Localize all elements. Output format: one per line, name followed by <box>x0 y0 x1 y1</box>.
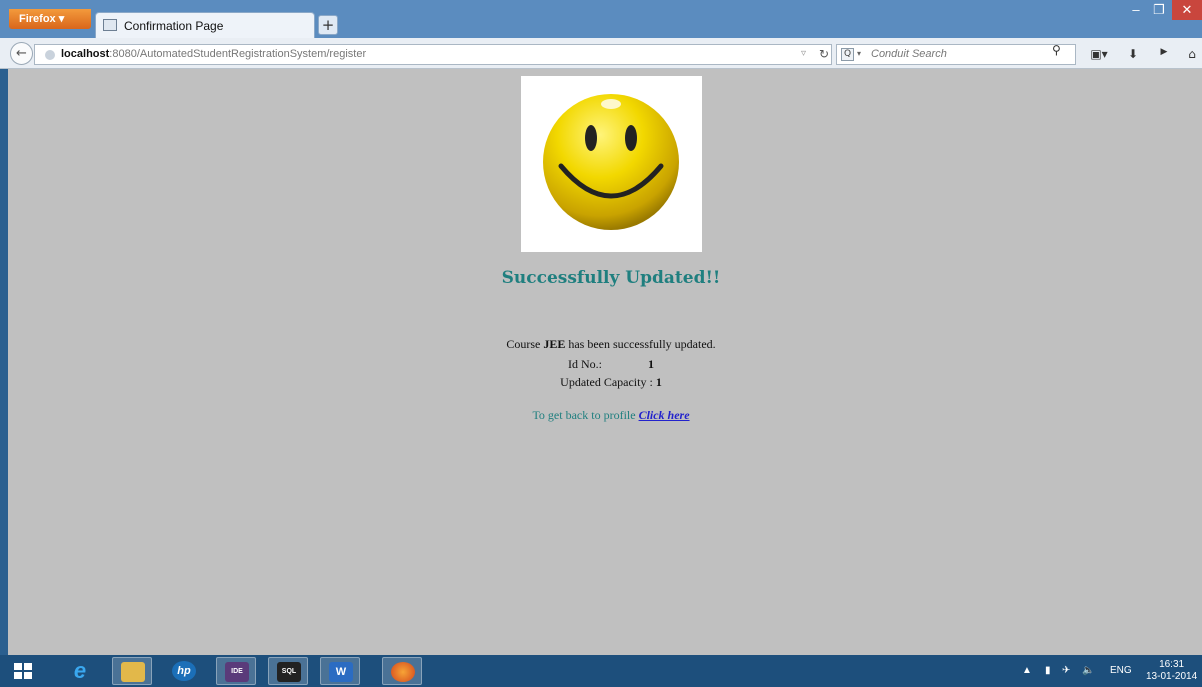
click-here-link[interactable]: Click here <box>639 408 690 422</box>
page-content: Successfully Updated!! Course JEE has be… <box>8 69 1202 655</box>
url-text: localhost:8080/AutomatedStudentRegistrat… <box>61 48 366 60</box>
smiley-image <box>521 76 702 252</box>
battery-icon[interactable]: ▮ <box>1045 665 1051 676</box>
id-value: 1 <box>648 357 654 371</box>
mysql-icon[interactable]: SQL <box>268 657 308 685</box>
reload-icon[interactable]: ↻ <box>819 47 829 61</box>
search-engine-icon[interactable]: Q <box>841 48 854 61</box>
internet-explorer-icon[interactable]: e <box>60 657 100 685</box>
id-row: Id No.: 1 <box>8 357 1202 372</box>
taskbar: e hp IDE SQL W ▲ ▮ ✈ 🔈 ENG 16:31 13-01-2… <box>0 655 1202 687</box>
download-icon[interactable]: ⬇ <box>1126 47 1140 61</box>
back-to-profile-line: To get back to profile Click here <box>8 408 1202 423</box>
smiley-face-icon <box>543 94 679 230</box>
bookmarks-icon[interactable]: ▣▾ <box>1088 47 1110 61</box>
home-icon[interactable]: ⌂ <box>1184 47 1200 61</box>
show-hidden-icons-icon[interactable]: ▲ <box>1022 665 1032 676</box>
page-title: Successfully Updated!! <box>501 268 721 288</box>
url-path: :8080/AutomatedStudentRegistrationSystem… <box>109 48 367 60</box>
page-icon <box>103 19 117 31</box>
history-dropdown-icon[interactable]: ▿ <box>801 48 806 59</box>
tab-title: Confirmation Page <box>124 19 224 33</box>
capacity-label: Updated Capacity : <box>560 375 653 389</box>
firefox-taskbar-icon[interactable] <box>382 657 422 685</box>
firefox-menu-label: Firefox <box>19 13 56 25</box>
clock-date: 13-01-2014 <box>1146 671 1198 682</box>
capacity-row: Updated Capacity : 1 <box>8 375 1202 390</box>
new-tab-button[interactable]: + <box>318 15 338 35</box>
search-engine-dropdown-icon[interactable]: ▾ <box>857 49 861 58</box>
capacity-value: 1 <box>655 375 662 389</box>
course-message: Course JEE has been successfully updated… <box>8 337 1202 352</box>
file-explorer-icon[interactable] <box>112 657 152 685</box>
url-host: localhost <box>61 48 110 60</box>
java-ee-ide-icon[interactable]: IDE <box>216 657 256 685</box>
language-indicator[interactable]: ENG <box>1110 665 1132 676</box>
youtube-icon[interactable]: ▶ <box>1156 47 1172 61</box>
course-name: JEE <box>543 337 566 351</box>
navigation-bar: ← localhost:8080/AutomatedStudentRegistr… <box>0 38 1202 69</box>
search-icon[interactable]: ⚲ <box>1052 43 1061 57</box>
back-arrow-icon[interactable]: ← <box>10 42 33 65</box>
tab-confirmation-page[interactable]: Confirmation Page <box>95 12 315 38</box>
close-icon[interactable]: ✕ <box>1172 0 1202 20</box>
search-bar[interactable]: Q ▾ Conduit Search <box>836 44 1076 65</box>
firefox-menu-button[interactable]: Firefox ▾ <box>9 9 91 29</box>
hp-icon[interactable]: hp <box>164 657 204 685</box>
windows-start-icon[interactable] <box>14 663 32 679</box>
course-prefix: Course <box>506 337 544 351</box>
url-bar[interactable]: localhost:8080/AutomatedStudentRegistrat… <box>34 44 832 65</box>
title-bar: Firefox ▾ Confirmation Page + – ❐ ✕ <box>0 0 1202 38</box>
course-suffix: has been successfully updated. <box>565 337 716 351</box>
maximize-icon[interactable]: ❐ <box>1148 0 1170 20</box>
site-identity-icon[interactable] <box>45 50 55 60</box>
search-placeholder: Conduit Search <box>871 48 947 60</box>
system-clock[interactable]: 16:31 13-01-2014 <box>1146 659 1197 683</box>
back-text: To get back to profile <box>532 408 636 422</box>
volume-icon[interactable]: 🔈 <box>1082 665 1094 676</box>
id-label: Id No.: <box>568 357 602 371</box>
airplane-mode-icon[interactable]: ✈ <box>1062 665 1070 676</box>
word-icon[interactable]: W <box>320 657 360 685</box>
minimize-icon[interactable]: – <box>1125 0 1147 20</box>
clock-time: 16:31 <box>1159 659 1185 670</box>
